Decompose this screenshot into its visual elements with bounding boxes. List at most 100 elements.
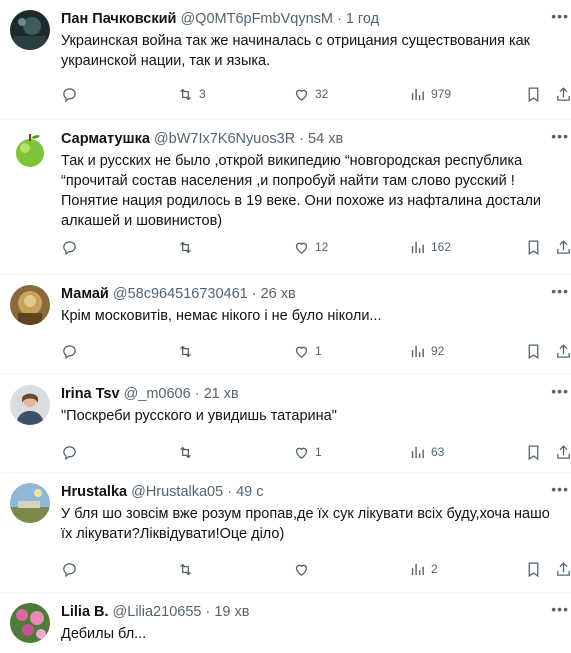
author-meta[interactable]: @Hrustalka05 · 49 с bbox=[131, 484, 263, 500]
tweet-actions: 1 63 bbox=[61, 442, 571, 462]
bookmark-button[interactable] bbox=[525, 442, 542, 462]
tweet[interactable]: Lilia B. @Lilia210655 · 19 хв Дебилы бл..… bbox=[0, 593, 571, 653]
avatar[interactable] bbox=[10, 483, 50, 523]
views-button[interactable]: 979 bbox=[409, 84, 451, 104]
retweet-button[interactable] bbox=[177, 442, 199, 462]
avatar[interactable] bbox=[10, 385, 50, 425]
like-button[interactable]: 1 bbox=[293, 341, 322, 361]
like-count: 12 bbox=[315, 240, 329, 254]
tweet-line: “прочитай состав населения ,и попробуй н… bbox=[61, 173, 515, 189]
like-button[interactable]: 12 bbox=[293, 237, 328, 257]
tweet[interactable]: Мамай @58c964516730461 · 26 хв Крім моско… bbox=[0, 275, 571, 375]
share-button[interactable] bbox=[555, 442, 571, 462]
bookmark-icon bbox=[525, 239, 542, 256]
retweet-button[interactable] bbox=[177, 559, 199, 579]
retweet-icon bbox=[177, 86, 194, 103]
heart-icon bbox=[293, 86, 310, 103]
tweet-text: Дебилы бл... bbox=[61, 624, 571, 644]
reply-button[interactable] bbox=[61, 442, 83, 462]
like-count: 32 bbox=[315, 87, 329, 101]
views-icon bbox=[409, 561, 426, 578]
retweet-icon bbox=[177, 561, 194, 578]
reply-icon bbox=[61, 239, 78, 256]
bookmark-button[interactable] bbox=[525, 84, 542, 104]
reply-icon bbox=[61, 343, 78, 360]
bookmark-button[interactable] bbox=[525, 237, 542, 257]
tweet[interactable]: Сарматушка @bW7Ix7K6Nyuos3R · 54 хв Так и… bbox=[0, 120, 571, 275]
tweet-text: Крім московитів, немає нікого і не було … bbox=[61, 306, 571, 326]
tweet[interactable]: Hrustalka @Hrustalka05 · 49 с У бля шо зо… bbox=[0, 473, 571, 593]
share-button[interactable] bbox=[555, 559, 571, 579]
views-button[interactable]: 162 bbox=[409, 237, 451, 257]
like-count: 1 bbox=[315, 344, 322, 358]
tweet-line: "Поскреби русского и увидишь татарина" bbox=[61, 408, 337, 424]
bookmark-icon bbox=[525, 343, 542, 360]
share-button[interactable] bbox=[555, 237, 571, 257]
author-meta[interactable]: @58c964516730461 · 26 хв bbox=[113, 286, 296, 302]
author-meta[interactable]: @Lilia210655 · 19 хв bbox=[113, 604, 250, 620]
author-meta[interactable]: @_m0606 · 21 хв bbox=[124, 386, 239, 402]
reply-icon bbox=[61, 444, 78, 461]
heart-icon bbox=[293, 239, 310, 256]
tweet-line: Дебилы бл... bbox=[61, 626, 147, 642]
author-name[interactable]: Сарматушка bbox=[61, 131, 150, 147]
tweet-actions: 1 92 bbox=[61, 341, 571, 361]
share-icon bbox=[555, 239, 571, 256]
tweet-line: Крім московитів, немає нікого і не було … bbox=[61, 308, 382, 324]
tweet-actions: 3 32 979 bbox=[61, 84, 571, 104]
retweet-icon bbox=[177, 444, 194, 461]
author-meta[interactable]: @bW7Ix7K6Nyuos3R · 54 хв bbox=[154, 131, 343, 147]
views-icon bbox=[409, 444, 426, 461]
author-name[interactable]: Lilia B. bbox=[61, 604, 109, 620]
retweet-button[interactable] bbox=[177, 341, 199, 361]
more-icon[interactable]: ••• bbox=[551, 129, 569, 143]
avatar[interactable] bbox=[10, 603, 50, 643]
author-name[interactable]: Пан Пачковский bbox=[61, 11, 176, 27]
tweet-line: їх лікувати?Ліквідувати!Оце діло) bbox=[61, 526, 285, 542]
author-name[interactable]: Мамай bbox=[61, 286, 109, 302]
author-name[interactable]: Hrustalka bbox=[61, 484, 127, 500]
share-button[interactable] bbox=[555, 84, 571, 104]
tweet-line: Понятие нация родилось в 19 веке. Они по… bbox=[61, 193, 542, 209]
tweet-text: У бля шо зовсім вже розум пропав,де їх с… bbox=[61, 504, 571, 544]
tweet-text: Так и русских не было ,открой википедию … bbox=[61, 151, 571, 231]
tweet-line: Так и русских не было ,открой википедию … bbox=[61, 153, 523, 169]
tweet-line: У бля шо зовсім вже розум пропав,де їх с… bbox=[61, 506, 550, 522]
like-button[interactable]: 1 bbox=[293, 442, 322, 462]
share-icon bbox=[555, 86, 571, 103]
bookmark-button[interactable] bbox=[525, 341, 542, 361]
retweet-button[interactable]: 3 bbox=[177, 84, 206, 104]
tweet-line: алкашей и шовинистов) bbox=[61, 213, 223, 229]
author-name[interactable]: Irina Tsv bbox=[61, 386, 120, 402]
views-icon bbox=[409, 343, 426, 360]
tweet-line: Украинская война так же начиналась с отр… bbox=[61, 33, 531, 49]
like-button[interactable]: 32 bbox=[293, 84, 328, 104]
like-count: 1 bbox=[315, 445, 322, 459]
share-button[interactable] bbox=[555, 341, 571, 361]
views-button[interactable]: 63 bbox=[409, 442, 444, 462]
reply-button[interactable] bbox=[61, 559, 83, 579]
more-icon[interactable]: ••• bbox=[551, 284, 569, 298]
avatar[interactable] bbox=[10, 285, 50, 325]
avatar[interactable] bbox=[10, 10, 50, 50]
views-button[interactable]: 2 bbox=[409, 559, 438, 579]
retweet-button[interactable] bbox=[177, 237, 199, 257]
author-meta[interactable]: @Q0MT6pFmbVqynsM · 1 год bbox=[180, 11, 379, 27]
more-icon[interactable]: ••• bbox=[551, 384, 569, 398]
tweet[interactable]: Irina Tsv @_m0606 · 21 хв "Поскреби русск… bbox=[0, 375, 571, 473]
share-icon bbox=[555, 561, 571, 578]
reply-button[interactable] bbox=[61, 237, 83, 257]
views-icon bbox=[409, 239, 426, 256]
like-button[interactable] bbox=[293, 559, 315, 579]
reply-button[interactable] bbox=[61, 341, 83, 361]
bookmark-button[interactable] bbox=[525, 559, 542, 579]
more-icon[interactable]: ••• bbox=[551, 9, 569, 23]
views-count: 92 bbox=[431, 344, 445, 358]
heart-icon bbox=[293, 343, 310, 360]
more-icon[interactable]: ••• bbox=[551, 482, 569, 496]
more-icon[interactable]: ••• bbox=[551, 602, 569, 616]
avatar[interactable] bbox=[10, 130, 50, 170]
reply-button[interactable] bbox=[61, 84, 83, 104]
tweet[interactable]: Пан Пачковский @Q0MT6pFmbVqynsM · 1 год У… bbox=[0, 0, 571, 120]
views-button[interactable]: 92 bbox=[409, 341, 444, 361]
